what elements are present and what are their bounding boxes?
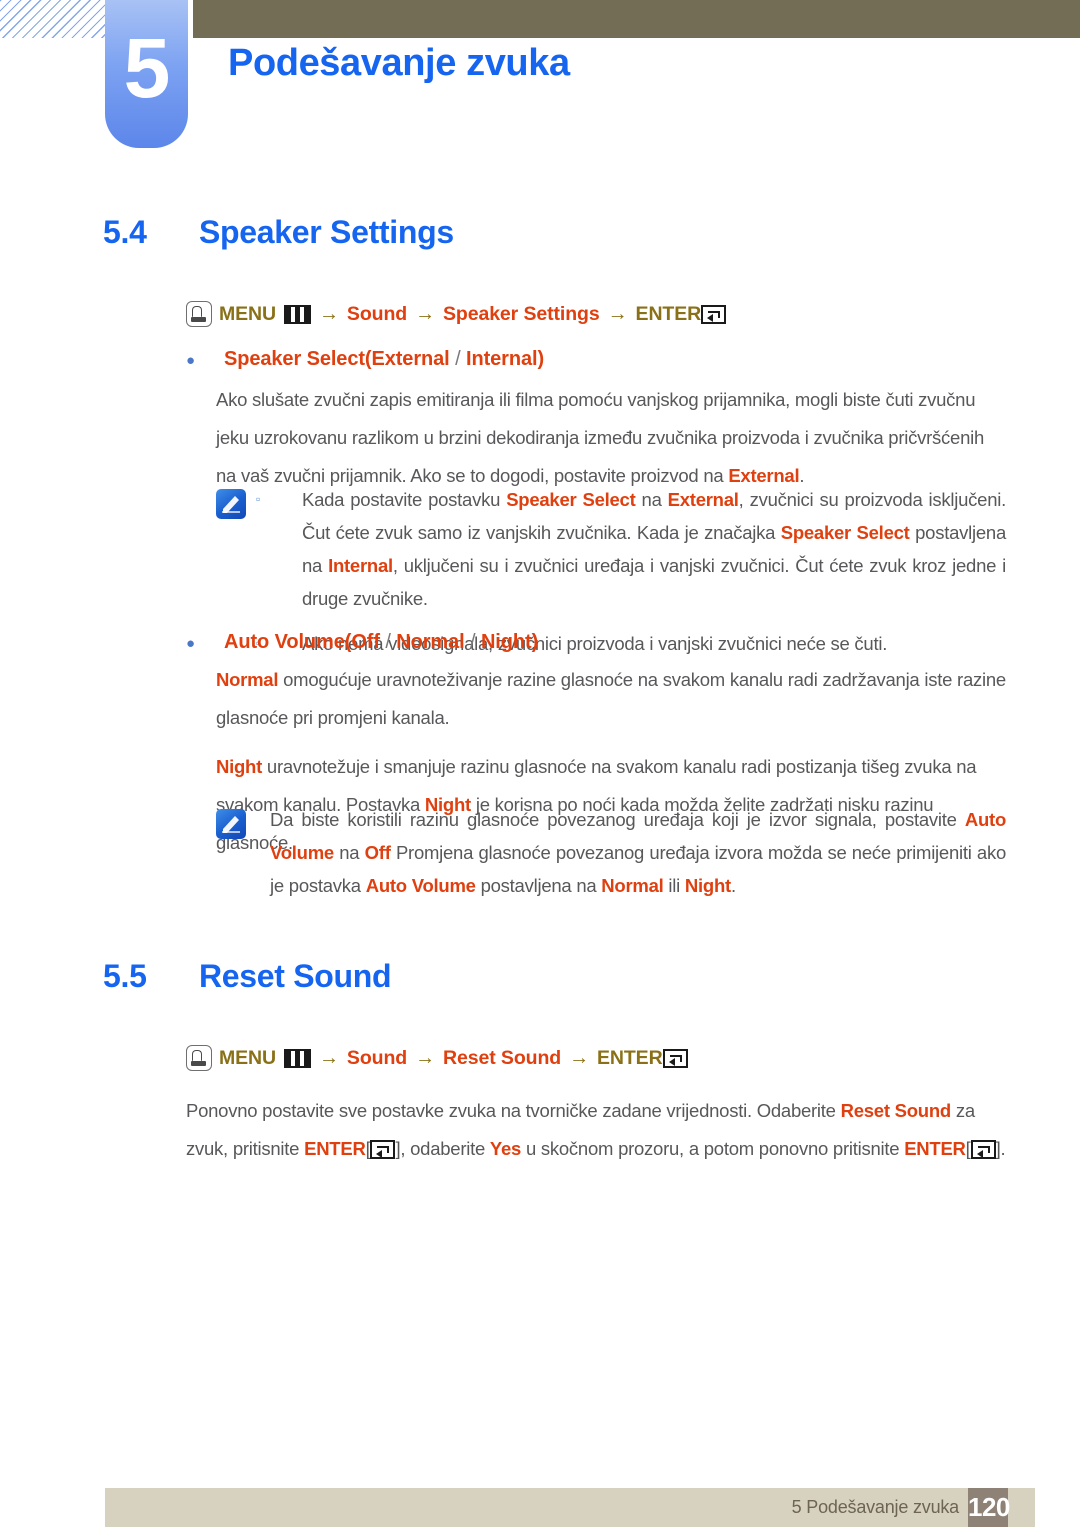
enter-label: ENTER — [596, 1046, 663, 1069]
option-speaker-select: ● Speaker Select(External / Internal) — [186, 348, 1006, 374]
chapter-number: 5 — [123, 21, 171, 115]
highlight-external: External — [667, 489, 739, 510]
paren-close: ) — [537, 348, 544, 370]
highlight-night: Night — [684, 875, 731, 896]
note-line-1: ▫ Kada postavite postavku Speaker Select… — [256, 483, 1006, 615]
menu-label: MENU — [219, 1046, 277, 1069]
footer-chapter-label: 5 Podešavanje zvuka — [791, 1497, 960, 1517]
enter-key-icon — [662, 1048, 688, 1068]
option-separator: / — [379, 631, 397, 653]
note-bullet-icon: ▫ — [256, 492, 261, 506]
option-value-off: Off — [351, 631, 380, 653]
section-heading-5-4: 5.4 Speaker Settings — [103, 214, 1003, 251]
menu-path-item-sound: Sound — [346, 302, 408, 325]
menu-path-item-speaker-settings: Speaker Settings — [442, 302, 600, 325]
note-text-part: na — [333, 842, 365, 863]
menu-bars-icon — [284, 1048, 312, 1068]
highlight-speaker-select: Speaker Select — [506, 489, 636, 510]
note-text-part: Da biste koristili razinu glasnoće povez… — [270, 809, 965, 830]
note-text-1: Kada postavite postavku Speaker Select n… — [302, 483, 1006, 615]
arrow-icon: → — [415, 1046, 435, 1069]
option-name: Auto Volume — [224, 631, 345, 653]
paragraph-normal-description: Normal omogućuje uravnoteživanje razine … — [216, 661, 1006, 737]
option-value-internal: Internal — [466, 348, 538, 370]
arrow-icon: → — [607, 302, 628, 325]
option-value-external: External — [371, 348, 450, 370]
menu-label: MENU — [219, 302, 277, 325]
section-number-5-5: 5.5 — [103, 958, 147, 994]
arrow-icon: → — [319, 1046, 339, 1069]
highlight-internal: Internal — [328, 555, 393, 576]
option-value-night: Night — [480, 631, 532, 653]
highlight-auto-volume-2: Auto Volume — [365, 875, 476, 896]
arrow-icon: → — [569, 1046, 589, 1069]
paragraph-text: Ponovno postavite sve postavke zvuka na … — [186, 1100, 841, 1121]
option-separator: / — [449, 348, 466, 370]
menu-path-item-reset-sound: Reset Sound — [442, 1046, 562, 1069]
page-footer: 5 Podešavanje zvuka 120 — [105, 1488, 1035, 1527]
enter-key-icon — [970, 1140, 996, 1159]
menu-path-speaker-settings: MENU → Sound → Speaker Settings → ENTER — [186, 301, 1006, 327]
paragraph-speaker-select-description: Ako slušate zvučni zapis emitiranja ili … — [216, 381, 1006, 495]
section-title-5-4: Speaker Settings — [199, 214, 454, 250]
menu-path-item-sound: Sound — [346, 1046, 408, 1069]
option-name: Speaker Select — [224, 348, 365, 370]
highlight-enter-2: ENTER — [904, 1138, 966, 1159]
note-text-part: na — [635, 489, 668, 510]
paragraph-text: omogućuje uravnoteživanje razine glasnoć… — [216, 669, 1006, 728]
paragraph-text: , odaberite — [400, 1138, 490, 1159]
highlight-yes: Yes — [489, 1138, 522, 1159]
section-title-5-5: Reset Sound — [199, 958, 392, 994]
arrow-icon: → — [415, 302, 435, 325]
note-pen-icon — [216, 809, 246, 839]
enter-key-icon — [701, 304, 727, 324]
option-value-normal: Normal — [396, 631, 465, 653]
note-text-part: ili — [663, 875, 685, 896]
bullet-dot-icon: ● — [186, 635, 195, 652]
enter-key-icon — [370, 1140, 396, 1159]
enter-label: ENTER — [635, 302, 702, 325]
paragraph-text-end: . — [1000, 1138, 1006, 1159]
option-separator: / — [464, 631, 481, 653]
menu-path-reset-sound: MENU → Sound → Reset Sound → ENTER — [186, 1045, 1006, 1071]
option-auto-volume: ● Auto Volume(Off / Normal / Night) — [186, 631, 1006, 657]
hand-press-icon — [186, 1045, 212, 1071]
arrow-icon: → — [319, 302, 339, 325]
section-number-5-4: 5.4 — [103, 214, 147, 250]
menu-bars-icon — [284, 304, 312, 324]
highlight-off: Off — [364, 842, 391, 863]
paren-close: ) — [531, 631, 539, 653]
highlight-normal: Normal — [216, 669, 279, 690]
highlight-reset-sound: Reset Sound — [840, 1100, 952, 1121]
note-text-part: Kada postavite postavku — [302, 489, 507, 510]
note-pen-icon — [216, 489, 246, 519]
note-box-auto-volume: Da biste koristili razinu glasnoće povez… — [216, 803, 1006, 902]
highlight-night: Night — [216, 756, 263, 777]
hand-press-icon — [186, 301, 212, 327]
note-text-part: . — [730, 875, 736, 896]
chapter-header: 5 Podešavanje zvuka — [0, 0, 1080, 160]
paragraph-text: Ako slušate zvučni zapis emitiranja ili … — [216, 389, 985, 486]
page-number: 120 — [968, 1488, 1010, 1527]
paragraph-reset-sound-description: Ponovno postavite sve postavke zvuka na … — [186, 1092, 1006, 1168]
section-heading-5-5: 5.5 Reset Sound — [103, 958, 1003, 995]
highlight-normal: Normal — [601, 875, 664, 896]
note-text-part: postavljena na — [475, 875, 602, 896]
highlight-enter: ENTER — [304, 1138, 366, 1159]
paragraph-text: u skočnom prozoru, a potom ponovno priti… — [521, 1138, 905, 1159]
chapter-title: Podešavanje zvuka — [228, 42, 570, 84]
highlight-speaker-select-2: Speaker Select — [780, 522, 910, 543]
note-text-auto-volume: Da biste koristili razinu glasnoće povez… — [270, 803, 1006, 902]
bullet-dot-icon: ● — [186, 352, 195, 369]
olive-header-bar — [193, 0, 1080, 38]
note-text-part: , uključeni su i zvučnici uređaja i vanj… — [302, 555, 1007, 609]
chapter-number-tab: 5 — [105, 0, 188, 148]
